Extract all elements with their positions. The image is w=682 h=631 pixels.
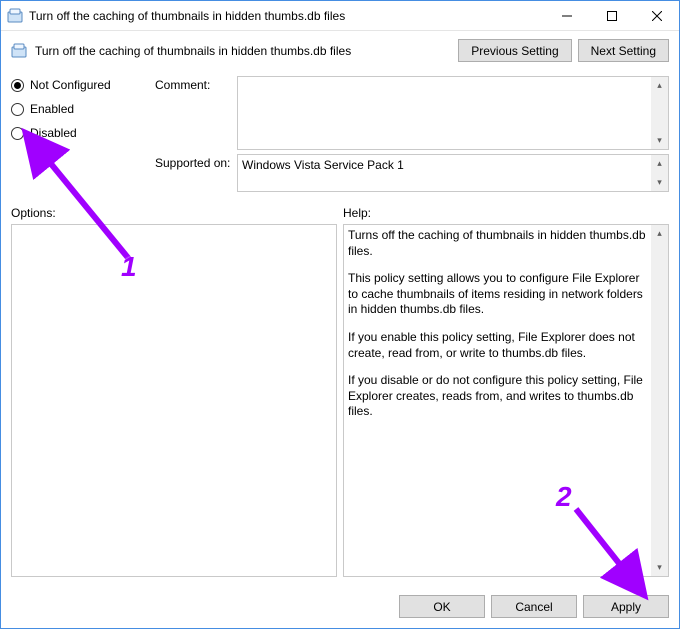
lower-panels: Options: Help: Turns off the caching of …	[11, 206, 669, 577]
nav-buttons: Previous Setting Next Setting	[458, 39, 669, 62]
radio-icon	[11, 103, 24, 116]
window-title: Turn off the caching of thumbnails in hi…	[29, 9, 544, 23]
header-row: Turn off the caching of thumbnails in hi…	[11, 39, 669, 62]
radio-label: Disabled	[30, 126, 77, 140]
policy-title: Turn off the caching of thumbnails in hi…	[35, 44, 450, 58]
supported-row: Supported on: Windows Vista Service Pack…	[11, 154, 669, 192]
cancel-button[interactable]: Cancel	[491, 595, 577, 618]
options-label: Options:	[11, 206, 337, 220]
titlebar: Turn off the caching of thumbnails in hi…	[1, 1, 679, 31]
supported-on-textbox: Windows Vista Service Pack 1 ▴ ▾	[237, 154, 669, 192]
scrollbar[interactable]: ▴ ▾	[651, 225, 668, 576]
help-paragraph: This policy setting allows you to config…	[348, 271, 647, 318]
help-box: Turns off the caching of thumbnails in h…	[343, 224, 669, 577]
close-button[interactable]	[634, 1, 679, 30]
previous-setting-button[interactable]: Previous Setting	[458, 39, 571, 62]
radio-enabled[interactable]: Enabled	[11, 102, 151, 116]
scrollbar[interactable]: ▴ ▾	[651, 155, 668, 191]
minimize-button[interactable]	[544, 1, 589, 30]
scrollbar[interactable]: ▴ ▾	[651, 77, 668, 149]
policy-editor-window: Turn off the caching of thumbnails in hi…	[0, 0, 680, 629]
comment-field-col: ▴ ▾	[237, 76, 669, 150]
supported-on-label: Supported on:	[155, 154, 233, 192]
ok-button[interactable]: OK	[399, 595, 485, 618]
scroll-down-icon[interactable]: ▾	[651, 132, 668, 149]
radio-disabled[interactable]: Disabled	[11, 126, 151, 140]
comment-value	[238, 77, 651, 149]
help-paragraph: If you enable this policy setting, File …	[348, 330, 647, 361]
apply-button[interactable]: Apply	[583, 595, 669, 618]
settings-row: Not Configured Enabled Disabled Comment:…	[11, 76, 669, 150]
help-label: Help:	[343, 206, 669, 220]
scroll-down-icon[interactable]: ▾	[651, 559, 668, 576]
options-column: Options:	[11, 206, 337, 577]
scroll-up-icon[interactable]: ▴	[651, 155, 668, 172]
supported-on-value: Windows Vista Service Pack 1	[238, 155, 651, 191]
help-column: Help: Turns off the caching of thumbnail…	[343, 206, 669, 577]
help-content: Turns off the caching of thumbnails in h…	[344, 225, 651, 576]
radio-icon	[11, 79, 24, 92]
comment-label: Comment:	[155, 76, 233, 150]
radio-icon	[11, 127, 24, 140]
options-box	[11, 224, 337, 577]
options-content	[12, 225, 336, 576]
state-radio-group: Not Configured Enabled Disabled	[11, 76, 151, 150]
radio-not-configured[interactable]: Not Configured	[11, 78, 151, 92]
help-paragraph: Turns off the caching of thumbnails in h…	[348, 228, 647, 259]
window-controls	[544, 1, 679, 30]
app-icon	[7, 8, 23, 24]
radio-label: Not Configured	[30, 78, 111, 92]
radio-label: Enabled	[30, 102, 74, 116]
next-setting-button[interactable]: Next Setting	[578, 39, 669, 62]
scroll-down-icon[interactable]: ▾	[651, 174, 668, 191]
dialog-body: Turn off the caching of thumbnails in hi…	[1, 31, 679, 587]
comment-textbox[interactable]: ▴ ▾	[237, 76, 669, 150]
dialog-footer: OK Cancel Apply	[1, 587, 679, 628]
scroll-up-icon[interactable]: ▴	[651, 225, 668, 242]
help-paragraph: If you disable or do not configure this …	[348, 373, 647, 420]
policy-icon	[11, 43, 27, 59]
scroll-up-icon[interactable]: ▴	[651, 77, 668, 94]
maximize-button[interactable]	[589, 1, 634, 30]
